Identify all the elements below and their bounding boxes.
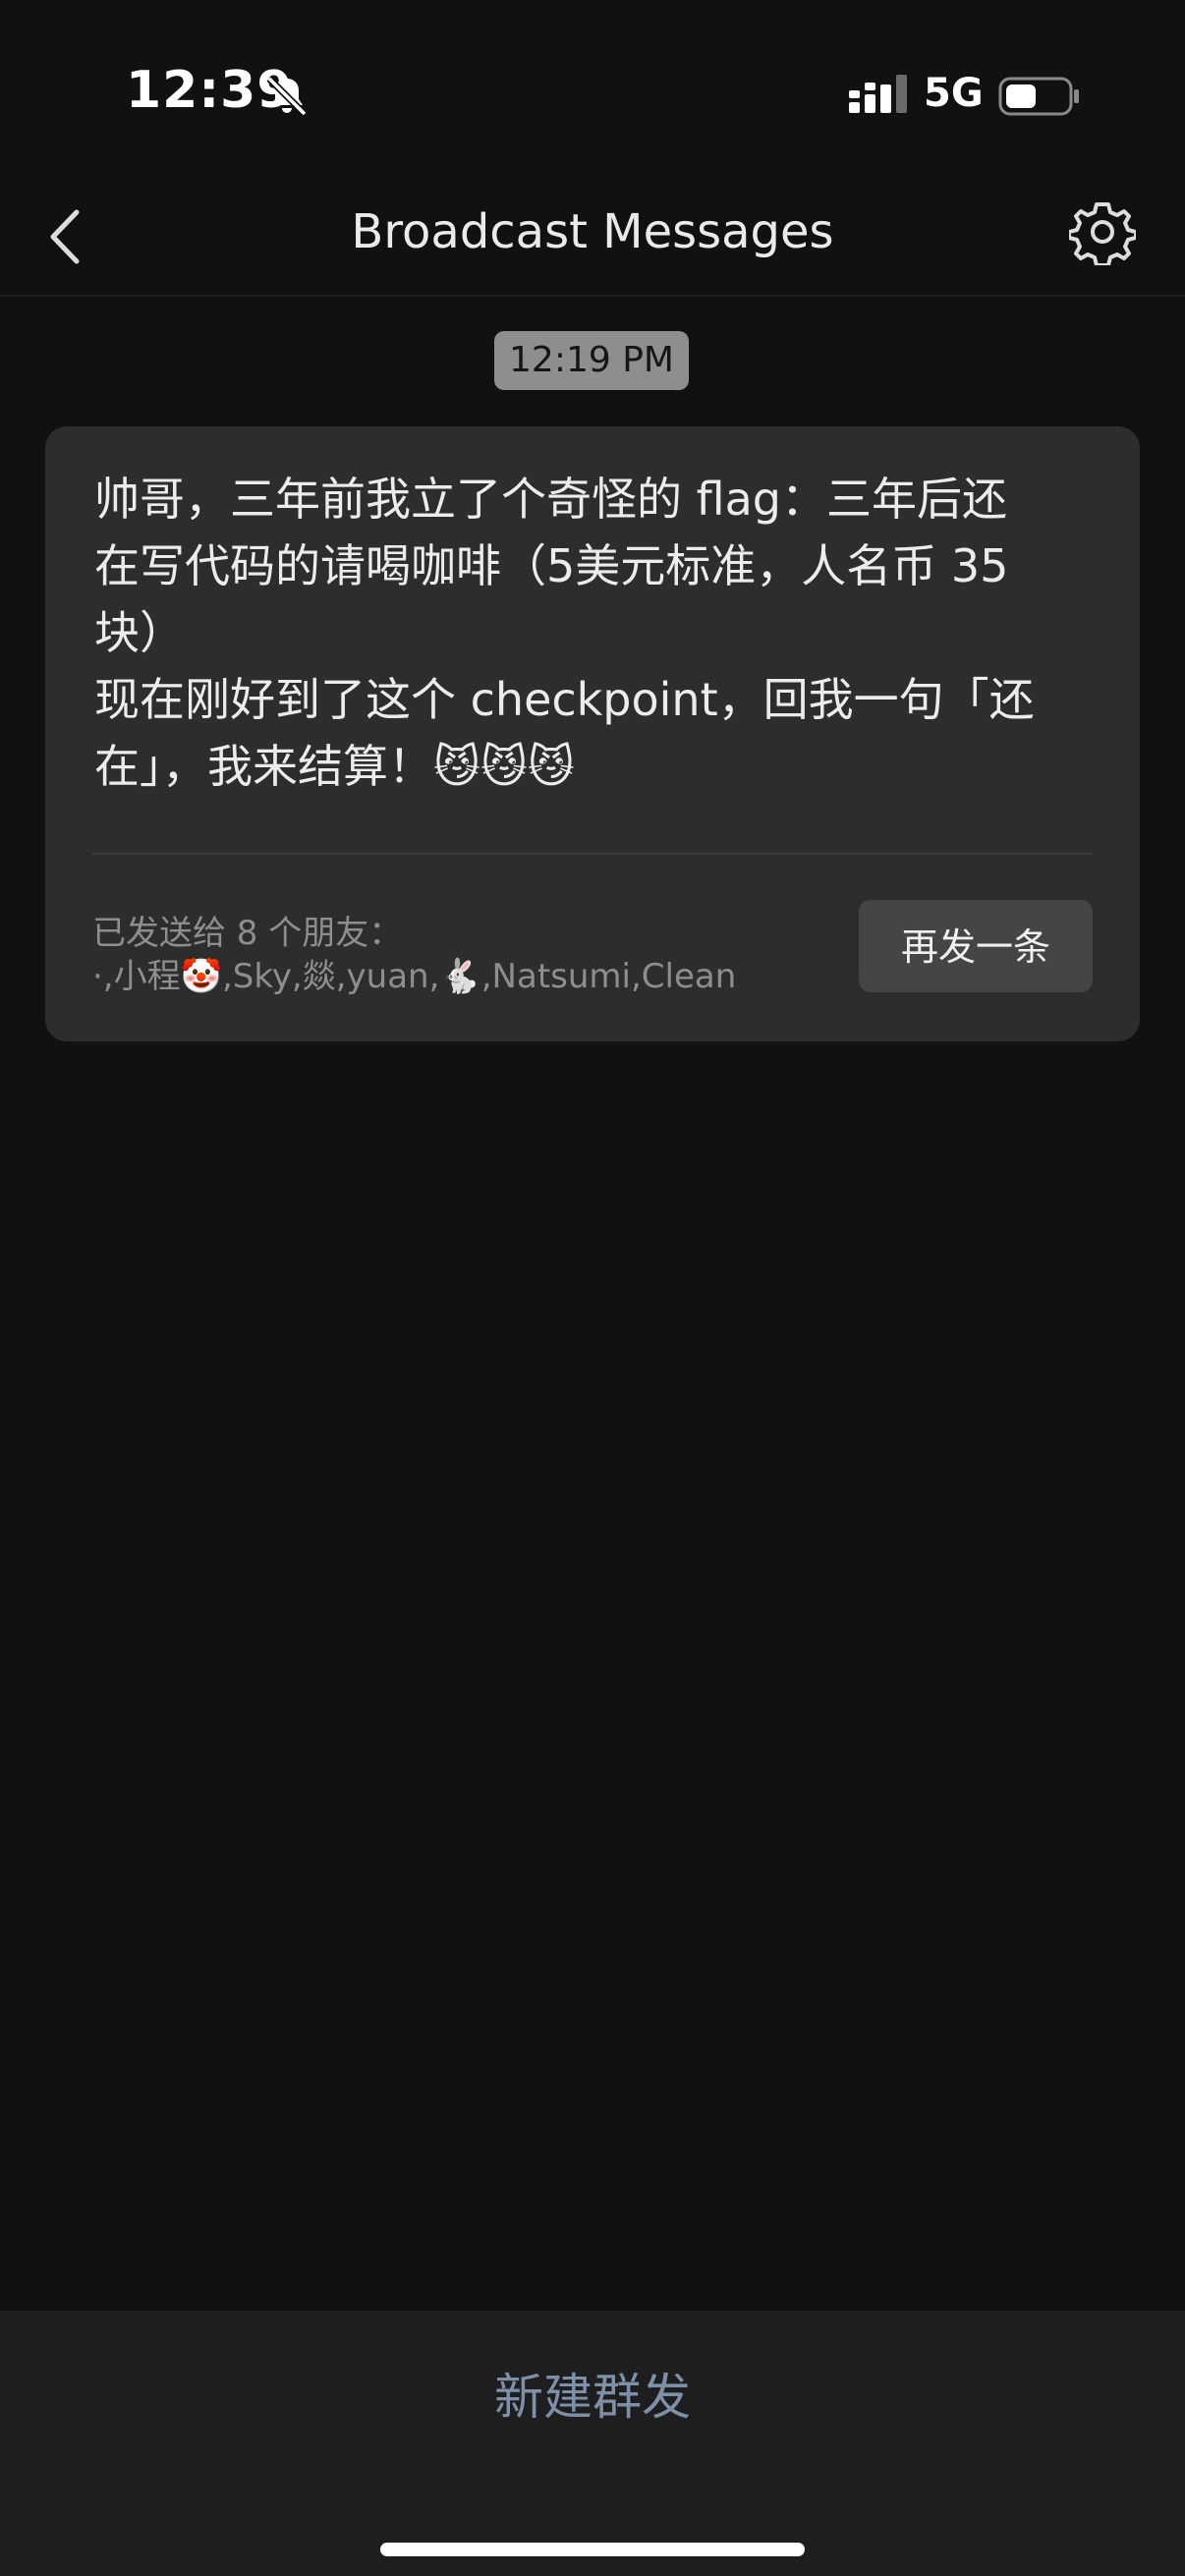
recipients-list: ·,小程🤡,Sky,燚,yuan,🐇,Natsumi,Clean xyxy=(92,957,737,996)
bottom-bar: 新建群发 xyxy=(0,2311,1185,2576)
message-timestamp: 12:19 PM xyxy=(494,331,689,390)
nav-bar: Broadcast Messages xyxy=(0,177,1185,297)
resend-button[interactable]: 再发一条 xyxy=(859,900,1093,992)
home-indicator[interactable] xyxy=(380,2543,805,2556)
bell-off-icon xyxy=(266,76,308,117)
new-broadcast-button[interactable]: 新建群发 xyxy=(396,2352,789,2440)
signal-icon xyxy=(849,75,907,113)
status-bar: 12:39 5G xyxy=(0,0,1185,196)
page-title: Broadcast Messages xyxy=(351,204,834,259)
broadcast-message-card: 帅哥，三年前我立了个奇怪的 flag：三年后还 在写代码的请喝咖啡（5美元标准，… xyxy=(45,426,1140,1041)
gear-icon[interactable] xyxy=(1069,198,1136,265)
network-label: 5G xyxy=(924,71,984,116)
recipients-label: 已发送给 8 个朋友： xyxy=(92,914,403,953)
message-text: 帅哥，三年前我立了个奇怪的 flag：三年后还 在写代码的请喝咖啡（5美元标准，… xyxy=(94,473,1035,793)
battery-icon xyxy=(998,77,1079,116)
card-divider xyxy=(92,853,1093,855)
